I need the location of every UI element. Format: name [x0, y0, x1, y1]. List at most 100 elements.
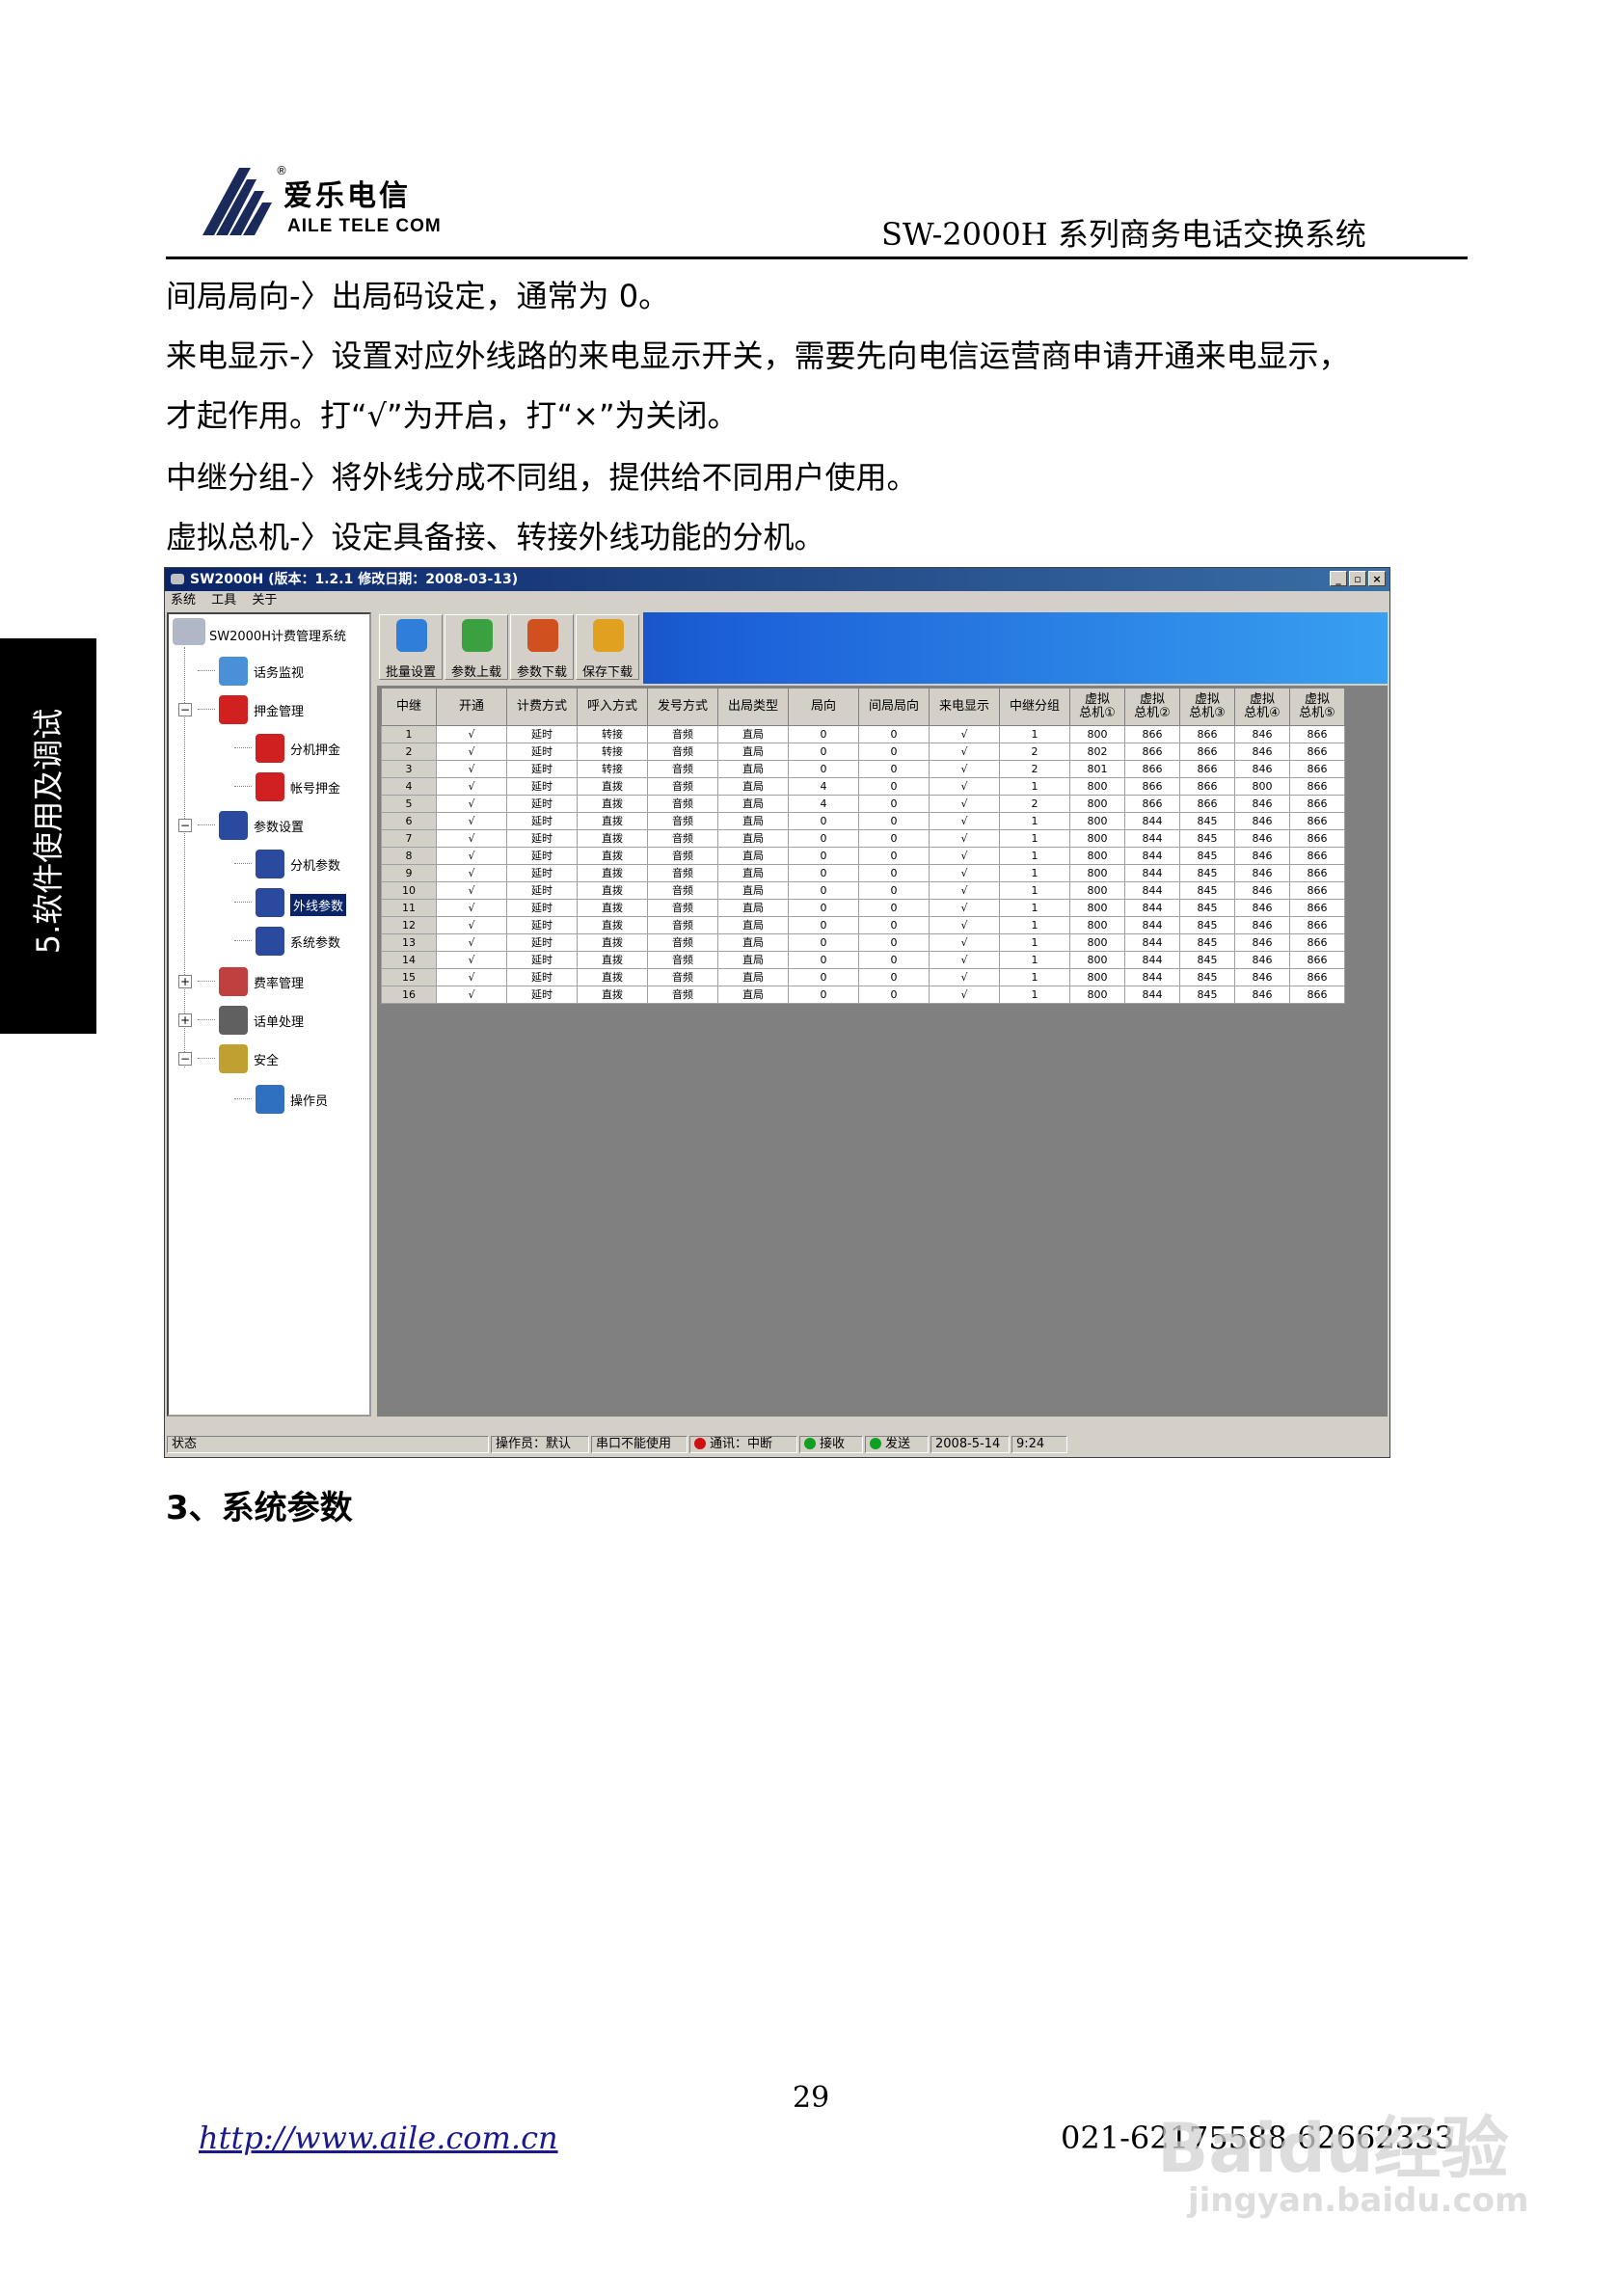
table-cell[interactable]: 846: [1234, 847, 1290, 865]
table-cell[interactable]: 延时: [506, 986, 578, 1004]
table-cell[interactable]: √: [436, 899, 507, 917]
row-header-cell[interactable]: 16: [381, 986, 437, 1004]
row-header-cell[interactable]: 9: [381, 864, 437, 882]
table-cell[interactable]: 直局: [717, 899, 789, 917]
row-header-cell[interactable]: 10: [381, 881, 437, 900]
table-cell[interactable]: √: [929, 968, 1000, 986]
table-cell[interactable]: 直局: [717, 795, 789, 813]
table-cell[interactable]: 延时: [506, 864, 578, 882]
table-cell[interactable]: 0: [858, 899, 930, 917]
table-row[interactable]: 8 √ 延时 直拨 音频 直局 0 0 √ 1 800 844 845 846 866: [381, 847, 1345, 865]
column-header[interactable]: 虚拟 总机①: [1069, 688, 1125, 726]
column-header[interactable]: 中继: [381, 688, 437, 726]
table-cell[interactable]: √: [436, 933, 507, 952]
tree-expander[interactable]: +: [178, 1013, 192, 1027]
table-cell[interactable]: 866: [1289, 968, 1345, 986]
table-row[interactable]: 3 √ 延时 转接 音频 直局 0 0 √ 2 801 866 866 846 866: [381, 760, 1345, 778]
table-cell[interactable]: 0: [788, 951, 859, 969]
table-cell[interactable]: 延时: [506, 812, 578, 830]
table-cell[interactable]: 延时: [506, 760, 578, 778]
table-cell[interactable]: 846: [1234, 916, 1290, 934]
table-cell[interactable]: 音频: [647, 777, 718, 796]
table-cell[interactable]: 866: [1289, 864, 1345, 882]
table-cell[interactable]: 0: [788, 864, 859, 882]
table-cell[interactable]: 846: [1234, 760, 1290, 778]
table-cell[interactable]: 845: [1179, 968, 1235, 986]
table-cell[interactable]: 800: [1069, 795, 1125, 813]
column-header[interactable]: 计费方式: [506, 688, 578, 726]
table-cell[interactable]: 866: [1289, 847, 1345, 865]
table-cell[interactable]: 866: [1289, 812, 1345, 830]
table-cell[interactable]: 直拨: [577, 933, 648, 952]
column-header[interactable]: 虚拟 总机④: [1234, 688, 1290, 726]
table-cell[interactable]: 直拨: [577, 951, 648, 969]
table-cell[interactable]: √: [929, 847, 1000, 865]
table-cell[interactable]: 直局: [717, 760, 789, 778]
table-cell[interactable]: √: [436, 881, 507, 900]
table-cell[interactable]: 1: [999, 899, 1070, 917]
tree-item-11[interactable]: 操作员: [290, 1091, 328, 1109]
table-row[interactable]: 7 √ 延时 直拨 音频 直局 0 0 √ 1 800 844 845 846 866: [381, 829, 1345, 848]
tree-root[interactable]: SW2000H计费管理系统: [209, 626, 346, 644]
table-cell[interactable]: 845: [1179, 951, 1235, 969]
table-cell[interactable]: 延时: [506, 847, 578, 865]
table-cell[interactable]: 0: [788, 760, 859, 778]
column-header[interactable]: 虚拟 总机⑤: [1289, 688, 1345, 726]
table-cell[interactable]: 0: [858, 986, 930, 1004]
table-cell[interactable]: 866: [1179, 760, 1235, 778]
toolbar-button-0[interactable]: 批量设置: [379, 614, 443, 680]
table-row[interactable]: 5 √ 延时 直拨 音频 直局 4 0 √ 2 800 866 866 846 866: [381, 795, 1345, 813]
table-cell[interactable]: 800: [1069, 777, 1125, 796]
table-cell[interactable]: 866: [1289, 795, 1345, 813]
table-row[interactable]: 1 √ 延时 转接 音频 直局 0 0 √ 1 800 866 866 846 866: [381, 725, 1345, 743]
column-header[interactable]: 出局类型: [717, 688, 789, 726]
table-cell[interactable]: 音频: [647, 968, 718, 986]
table-cell[interactable]: 延时: [506, 933, 578, 952]
table-cell[interactable]: 直局: [717, 847, 789, 865]
table-cell[interactable]: 845: [1179, 933, 1235, 952]
table-row[interactable]: 4 √ 延时 直拨 音频 直局 4 0 √ 1 800 866 866 800 866: [381, 777, 1345, 796]
table-cell[interactable]: 866: [1289, 881, 1345, 900]
tree-item-6[interactable]: 外线参数: [290, 894, 347, 916]
table-cell[interactable]: √: [436, 725, 507, 743]
table-cell[interactable]: √: [436, 743, 507, 761]
table-cell[interactable]: 0: [858, 743, 930, 761]
table-cell[interactable]: 1: [999, 847, 1070, 865]
table-cell[interactable]: 转接: [577, 743, 648, 761]
table-cell[interactable]: 0: [788, 725, 859, 743]
table-cell[interactable]: 800: [1069, 829, 1125, 848]
table-cell[interactable]: 延时: [506, 777, 578, 796]
table-cell[interactable]: 0: [858, 812, 930, 830]
table-cell[interactable]: 0: [858, 777, 930, 796]
table-cell[interactable]: 直拨: [577, 812, 648, 830]
table-cell[interactable]: √: [929, 812, 1000, 830]
table-cell[interactable]: 866: [1289, 986, 1345, 1004]
table-cell[interactable]: 直局: [717, 812, 789, 830]
table-row[interactable]: 12 √ 延时 直拨 音频 直局 0 0 √ 1 800 844 845 846 866: [381, 916, 1345, 934]
table-cell[interactable]: √: [929, 899, 1000, 917]
table-cell[interactable]: 延时: [506, 743, 578, 761]
table-cell[interactable]: 800: [1069, 986, 1125, 1004]
column-header[interactable]: 来电显示: [929, 688, 1000, 726]
tree-item-9[interactable]: 话单处理: [254, 1012, 304, 1030]
tree-expander[interactable]: −: [178, 703, 192, 716]
tree-item-1[interactable]: 押金管理: [254, 701, 304, 719]
table-cell[interactable]: 音频: [647, 829, 718, 848]
table-cell[interactable]: 音频: [647, 760, 718, 778]
table-cell[interactable]: 800: [1069, 916, 1125, 934]
table-cell[interactable]: 845: [1179, 847, 1235, 865]
table-cell[interactable]: 866: [1289, 829, 1345, 848]
row-header-cell[interactable]: 1: [381, 725, 437, 743]
table-cell[interactable]: 直拨: [577, 829, 648, 848]
table-cell[interactable]: 音频: [647, 725, 718, 743]
table-cell[interactable]: 866: [1289, 951, 1345, 969]
table-cell[interactable]: 845: [1179, 986, 1235, 1004]
table-cell[interactable]: 866: [1289, 725, 1345, 743]
table-cell[interactable]: 845: [1179, 829, 1235, 848]
table-cell[interactable]: 直拨: [577, 777, 648, 796]
table-cell[interactable]: 800: [1069, 968, 1125, 986]
table-cell[interactable]: √: [436, 968, 507, 986]
table-cell[interactable]: 844: [1124, 847, 1180, 865]
menu-about[interactable]: 关于: [246, 591, 283, 610]
table-cell[interactable]: 800: [1069, 847, 1125, 865]
